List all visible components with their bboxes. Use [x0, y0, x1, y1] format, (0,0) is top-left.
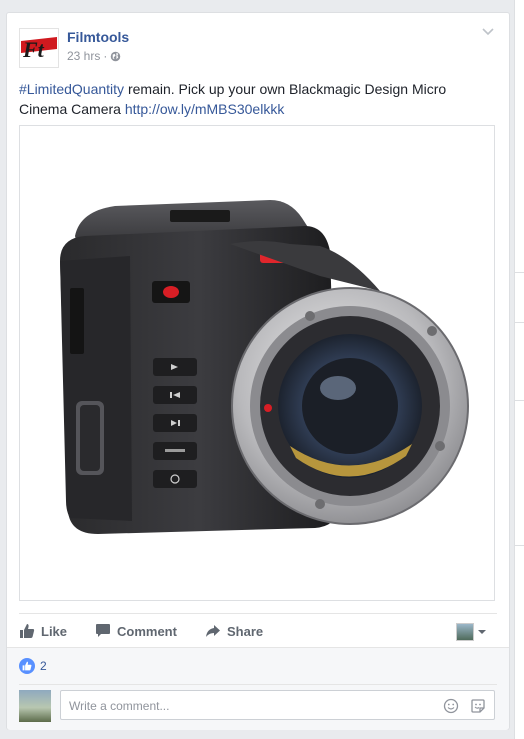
comment-box[interactable] [60, 690, 495, 720]
emoji-icon[interactable] [443, 698, 459, 714]
post-meta: 23 hrs · [67, 49, 121, 63]
comment-button[interactable]: Comment [95, 621, 177, 641]
sticker-icon[interactable] [470, 698, 486, 714]
divider [19, 684, 497, 685]
like-label: Like [41, 623, 68, 639]
comment-label: Comment [117, 623, 177, 639]
external-link[interactable]: http://ow.ly/mMBS30elkkk [125, 101, 285, 117]
divider [19, 613, 497, 614]
reaction-summary[interactable]: 2 [19, 658, 47, 674]
meta-separator: · [103, 49, 108, 63]
post-image[interactable] [19, 125, 495, 601]
page-name-link[interactable]: Filmtools [67, 29, 129, 45]
share-arrow-icon [206, 625, 220, 637]
thumbs-up-icon [20, 624, 35, 638]
audience-selector[interactable] [456, 623, 487, 641]
like-reaction-icon [19, 658, 35, 674]
post-footer: 2 [7, 647, 509, 730]
hashtag-link[interactable]: #LimitedQuantity [19, 81, 124, 97]
share-label: Share [227, 623, 264, 639]
page-avatar[interactable]: Ft [19, 28, 59, 68]
timestamp[interactable]: 23 hrs [67, 49, 100, 63]
logo-text: Ft [22, 37, 45, 62]
caret-down-icon [478, 630, 486, 634]
like-button[interactable]: Like [19, 621, 67, 641]
post-text: #LimitedQuantity remain. Pick up your ow… [19, 79, 497, 119]
selected-profile-avatar [456, 623, 474, 641]
user-avatar[interactable] [19, 690, 51, 722]
chevron-down-icon[interactable] [481, 27, 495, 37]
comment-input[interactable] [67, 696, 431, 716]
post-card: Ft Filmtools 23 hrs · #LimitedQuantity r… [6, 12, 510, 730]
globe-icon [111, 51, 121, 61]
share-button[interactable]: Share [205, 621, 263, 641]
comment-bubble-icon [96, 624, 110, 637]
reaction-count: 2 [40, 659, 47, 673]
adjacent-column [514, 0, 524, 739]
camera-image [60, 200, 469, 534]
